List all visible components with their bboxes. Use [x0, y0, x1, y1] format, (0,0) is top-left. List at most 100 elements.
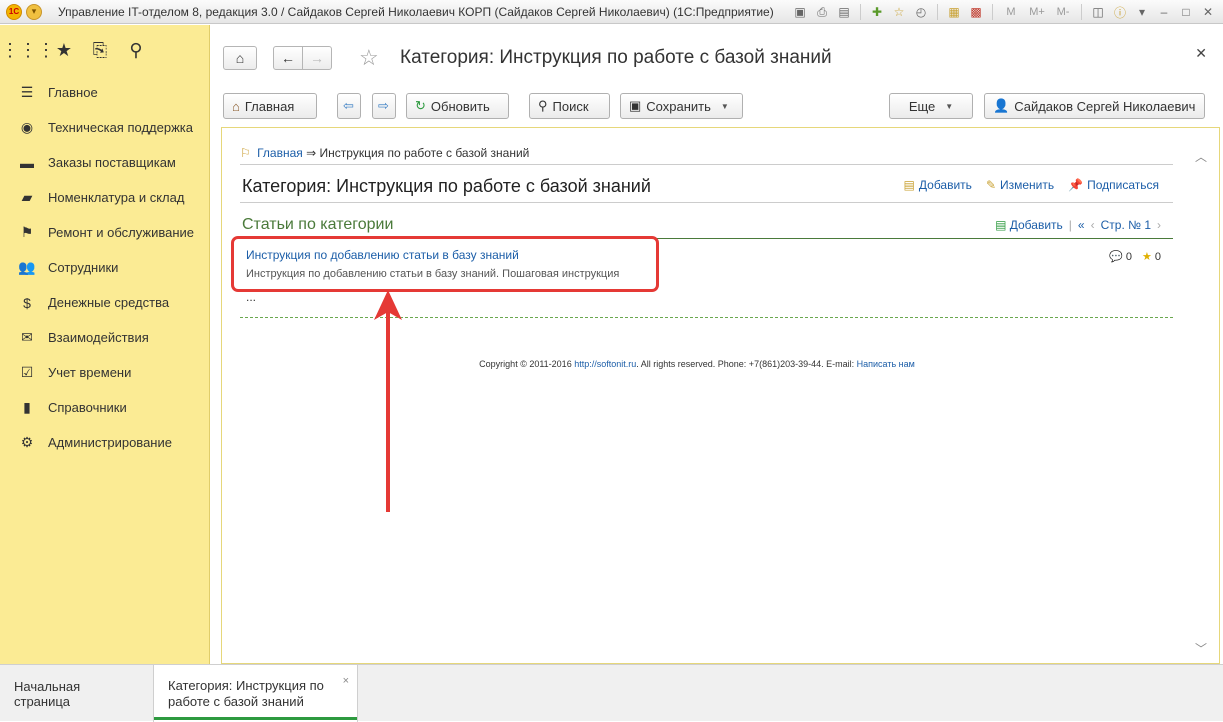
- sidebar-item-money[interactable]: $ Денежные средства: [0, 285, 209, 320]
- pager-page-number: Стр. № 1: [1100, 218, 1151, 232]
- tab-category[interactable]: Категория: Инструкция по работе с базой …: [153, 665, 358, 722]
- comment-bubble-icon: 💬: [1109, 251, 1123, 263]
- app-menu-icon[interactable]: ▾: [26, 3, 42, 20]
- search-button[interactable]: ⚲ Поиск: [529, 93, 610, 119]
- subscribe-link[interactable]: 📌 Подписаться: [1068, 178, 1159, 192]
- star-icon: ★: [1141, 251, 1152, 263]
- preview-icon[interactable]: ▤: [835, 3, 853, 21]
- forward-button[interactable]: →: [302, 46, 332, 70]
- sidebar-item-time-tracking[interactable]: ☑ Учет времени: [0, 355, 209, 390]
- add-document-icon: ▤: [995, 218, 1007, 232]
- sidebar-item-label: Учет времени: [48, 365, 132, 380]
- layout-icon[interactable]: ◫: [1089, 3, 1107, 21]
- search-label: Поиск: [552, 98, 589, 114]
- add-article-link[interactable]: ▤ Добавить: [995, 218, 1063, 232]
- divider: [240, 164, 1173, 165]
- breadcrumb: ⚐ Главная ⇒ Инструкция по работе с базой…: [240, 146, 529, 160]
- pager-next-link[interactable]: ›: [1157, 218, 1161, 232]
- page-title: Категория: Инструкция по работе с базой …: [400, 47, 832, 68]
- form-window: ⌂ ← → ☆ Категория: Инструкция по работе …: [211, 25, 1223, 664]
- sidebar-item-employees[interactable]: 👥 Сотрудники: [0, 250, 209, 285]
- maximize-icon[interactable]: □: [1177, 3, 1195, 21]
- refresh-icon: ↻: [415, 98, 426, 113]
- close-tab-icon[interactable]: ×: [343, 673, 349, 689]
- back-button[interactable]: ←: [273, 46, 303, 70]
- save-label: Сохранить: [646, 98, 711, 114]
- home-page-label: Главная: [244, 98, 295, 114]
- memory-minus-button[interactable]: M-: [1052, 3, 1074, 21]
- category-title: Категория: Инструкция по работе с базой …: [242, 176, 651, 196]
- more-label: Еще: [908, 98, 936, 114]
- history-icon[interactable]: ⎘: [82, 35, 118, 65]
- search-icon[interactable]: ⚲: [118, 35, 154, 65]
- tab-label: Категория: Инструкция по работе с базой …: [168, 678, 324, 710]
- signpost-icon: ⚐: [240, 146, 251, 160]
- sidebar-item-administration[interactable]: ⚙ Администрирование: [0, 425, 209, 460]
- sidebar-item-main[interactable]: ☰ Главное: [0, 75, 209, 110]
- footer-copyright: Copyright © 2011-2016: [479, 359, 575, 369]
- chevron-down-icon: ▼: [945, 101, 954, 111]
- calculator-icon[interactable]: ▦: [945, 3, 963, 21]
- scroll-up-chevron-icon[interactable]: ︿: [1195, 148, 1207, 165]
- rating-count: ★ 0: [1142, 250, 1161, 263]
- memory-m-button[interactable]: M: [1000, 3, 1022, 21]
- favorites-add-icon[interactable]: ✚: [868, 3, 886, 21]
- home-page-button[interactable]: ⌂ Главная: [223, 93, 317, 119]
- scroll-down-chevron-icon[interactable]: ﹀: [1195, 640, 1207, 657]
- sidebar-item-interactions[interactable]: ✉ Взаимодействия: [0, 320, 209, 355]
- footer: Copyright © 2011-2016 http://softonit.ru…: [222, 359, 1172, 369]
- favorites-icon[interactable]: ☆: [890, 3, 908, 21]
- next-page-button[interactable]: ⇨: [372, 93, 396, 119]
- tab-label-line2: работе с базой знаний: [168, 693, 304, 709]
- sidebar-item-support[interactable]: ◉ Техническая поддержка: [0, 110, 209, 145]
- window-title: Управление IT-отделом 8, редакция 3.0 / …: [58, 4, 774, 19]
- minimize-icon[interactable]: –: [1155, 3, 1173, 21]
- close-window-icon[interactable]: ✕: [1199, 3, 1217, 21]
- sidebar-item-warehouse[interactable]: ▰ Номенклатура и склад: [0, 180, 209, 215]
- add-to-favorites-star-icon[interactable]: ☆: [359, 45, 379, 71]
- home-button[interactable]: ⌂: [223, 46, 257, 70]
- search-icon: ⚲: [538, 98, 548, 113]
- save-icon[interactable]: ▣: [791, 3, 809, 21]
- checkered-flag-icon: ⚑: [20, 224, 34, 240]
- app-logo-icon[interactable]: 1С: [6, 3, 22, 20]
- refresh-button[interactable]: ↻ Обновить: [406, 93, 509, 119]
- section-title: Статьи по категории: [242, 216, 394, 233]
- money-bag-icon: $: [23, 294, 31, 311]
- tab-home-page[interactable]: Начальная страница: [0, 665, 153, 722]
- info-icon[interactable]: ⓘ: [1111, 3, 1129, 21]
- print-icon[interactable]: ⎙: [813, 3, 831, 21]
- edit-label: Изменить: [1000, 178, 1055, 192]
- sidebar-item-repair[interactable]: ⚑ Ремонт и обслуживание: [0, 215, 209, 250]
- tab-label: Начальная страница: [14, 678, 81, 709]
- history-icon[interactable]: ◴: [912, 3, 930, 21]
- sidebar-item-label: Администрирование: [48, 435, 172, 450]
- home-icon: ⌂: [235, 50, 245, 66]
- user-button[interactable]: 👤 Сайдаков Сергей Николаевич: [984, 93, 1205, 119]
- divider: [860, 4, 861, 20]
- divider: [937, 4, 938, 20]
- add-category-link[interactable]: ▤ Добавить: [904, 178, 972, 192]
- footer-email-link[interactable]: Написать нам: [857, 359, 915, 369]
- pager-first-link[interactable]: «: [1078, 218, 1085, 232]
- dropdown-icon[interactable]: ▾: [1133, 3, 1151, 21]
- close-form-icon[interactable]: ✕: [1195, 45, 1207, 62]
- pager-prev-link[interactable]: ‹: [1091, 218, 1095, 232]
- favorites-star-icon[interactable]: ★: [46, 35, 82, 65]
- truck-icon: ▬: [20, 154, 34, 171]
- more-button[interactable]: Еще ▼: [889, 93, 973, 119]
- memory-plus-button[interactable]: M+: [1026, 3, 1048, 21]
- sidebar-item-catalogs[interactable]: ▮ Справочники: [0, 390, 209, 425]
- add-label: Добавить: [918, 178, 972, 192]
- comments-value: 0: [1125, 251, 1132, 263]
- save-dropdown-button[interactable]: ▣ Сохранить ▼: [620, 93, 743, 119]
- sidebar-item-supplier-orders[interactable]: ▬ Заказы поставщикам: [0, 145, 209, 180]
- calendar-icon[interactable]: ▩: [967, 3, 985, 21]
- arrow-left-icon: ⇦: [343, 98, 354, 113]
- house-icon: ⌂: [232, 98, 240, 114]
- all-functions-grid-icon[interactable]: ⋮⋮⋮: [1, 35, 55, 65]
- edit-category-link[interactable]: ✎ Изменить: [986, 178, 1054, 192]
- footer-site-link[interactable]: http://softonit.ru: [574, 359, 636, 369]
- breadcrumb-home-link[interactable]: Главная: [257, 146, 303, 160]
- prev-page-button[interactable]: ⇦: [337, 93, 361, 119]
